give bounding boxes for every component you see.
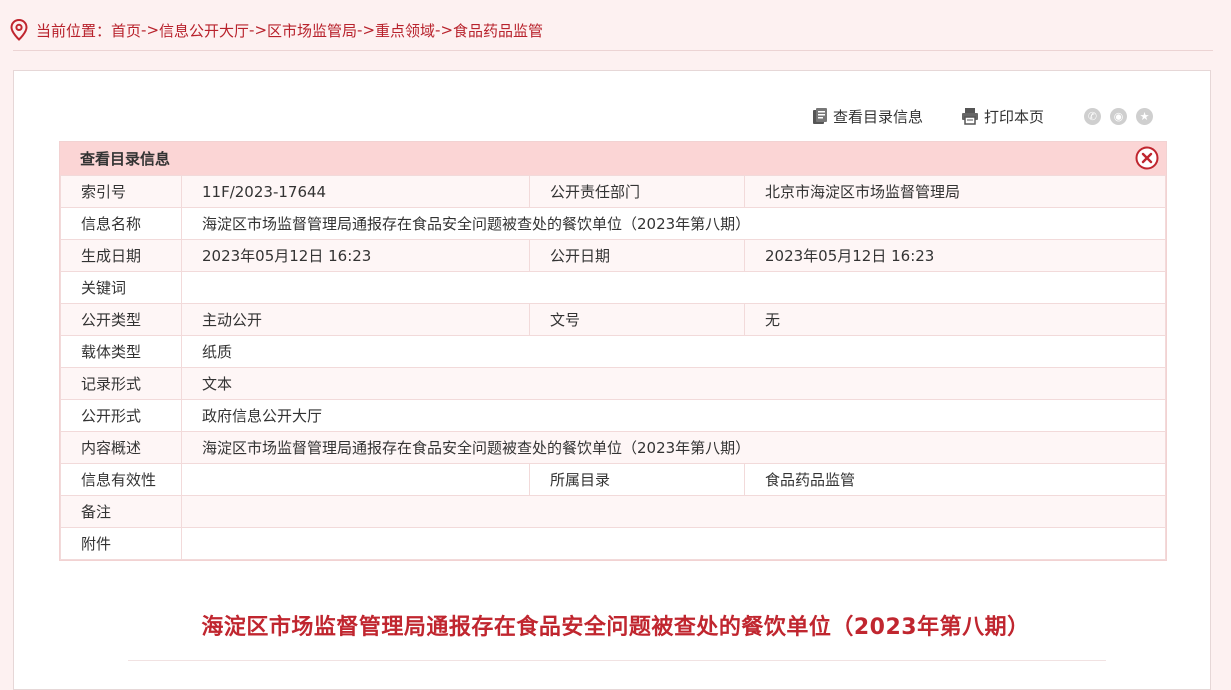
row-value-2: 无 bbox=[744, 303, 1166, 336]
row-value bbox=[181, 271, 1166, 304]
row-value: 文本 bbox=[181, 367, 1166, 400]
table-row: 记录形式 文本 bbox=[60, 367, 1166, 400]
article-title: 海淀区市场监督管理局通报存在食品安全问题被查处的餐饮单位（2023年第八期） bbox=[201, 615, 1030, 640]
document-icon bbox=[813, 108, 827, 124]
breadcrumb-item-food-drug[interactable]: 食品药品监管 bbox=[453, 20, 543, 41]
row-value: 政府信息公开大厅 bbox=[181, 399, 1166, 432]
row-value bbox=[181, 527, 1166, 560]
table-row: 载体类型 纸质 bbox=[60, 335, 1166, 368]
table-row: 关键词 bbox=[60, 271, 1166, 304]
row-label: 载体类型 bbox=[60, 335, 182, 368]
catalog-info-header: 查看目录信息 bbox=[60, 142, 1166, 175]
table-row: 公开类型 主动公开 文号 无 bbox=[60, 303, 1166, 336]
table-row: 内容概述 海淀区市场监督管理局通报存在食品安全问题被查处的餐饮单位（2023年第… bbox=[60, 431, 1166, 464]
breadcrumb-item-key-areas[interactable]: 重点领域 bbox=[375, 20, 435, 41]
row-label: 内容概述 bbox=[60, 431, 182, 464]
breadcrumb-separator: -> bbox=[357, 21, 376, 39]
table-row: 信息有效性 所属目录 食品药品监管 bbox=[60, 463, 1166, 496]
row-label: 信息名称 bbox=[60, 207, 182, 240]
row-label: 信息有效性 bbox=[60, 463, 182, 496]
favorite-icon[interactable]: ★ bbox=[1136, 107, 1154, 125]
table-row: 信息名称 海淀区市场监督管理局通报存在食品安全问题被查处的餐饮单位（2023年第… bbox=[60, 207, 1166, 240]
breadcrumb-item-home[interactable]: 首页 bbox=[111, 20, 141, 41]
breadcrumb: 当前位置： 首页 -> 信息公开大厅 -> 区市场监管局 -> 重点领域 -> … bbox=[10, 18, 543, 42]
table-row: 附件 bbox=[60, 527, 1166, 560]
catalog-info-title: 查看目录信息 bbox=[80, 150, 171, 168]
row-label: 公开类型 bbox=[60, 303, 182, 336]
row-value: 2023年05月12日 16:23 bbox=[181, 239, 530, 272]
row-value-2: 北京市海淀区市场监督管理局 bbox=[744, 175, 1166, 208]
printer-icon bbox=[962, 108, 979, 125]
breadcrumb-separator: -> bbox=[249, 21, 268, 39]
row-label: 公开形式 bbox=[60, 399, 182, 432]
row-value-2: 食品药品监管 bbox=[744, 463, 1166, 496]
row-value: 纸质 bbox=[181, 335, 1166, 368]
table-row: 公开形式 政府信息公开大厅 bbox=[60, 399, 1166, 432]
row-label: 附件 bbox=[60, 527, 182, 560]
row-label-2: 公开责任部门 bbox=[529, 175, 745, 208]
row-label: 关键词 bbox=[60, 271, 182, 304]
row-value: 11F/2023-17644 bbox=[181, 175, 530, 208]
breadcrumb-item-info-hall[interactable]: 信息公开大厅 bbox=[159, 20, 249, 41]
row-value-2: 2023年05月12日 16:23 bbox=[744, 239, 1166, 272]
row-label-2: 文号 bbox=[529, 303, 745, 336]
breadcrumb-separator: -> bbox=[435, 21, 454, 39]
toolbar: 查看目录信息 打印本页 ✆ ◉ ★ bbox=[812, 104, 1154, 128]
row-label: 记录形式 bbox=[60, 367, 182, 400]
print-label: 打印本页 bbox=[984, 107, 1045, 126]
weibo-icon[interactable]: ◉ bbox=[1110, 107, 1128, 125]
breadcrumb-item-market-bureau[interactable]: 区市场监管局 bbox=[267, 20, 357, 41]
row-value bbox=[181, 463, 530, 496]
row-label: 备注 bbox=[60, 495, 182, 528]
table-row: 备注 bbox=[60, 495, 1166, 528]
row-value: 海淀区市场监督管理局通报存在食品安全问题被查处的餐饮单位（2023年第八期） bbox=[181, 207, 1166, 240]
view-catalog-button[interactable]: 查看目录信息 bbox=[812, 106, 923, 127]
print-button[interactable]: 打印本页 bbox=[961, 106, 1044, 127]
title-divider bbox=[128, 660, 1106, 661]
row-label-2: 公开日期 bbox=[529, 239, 745, 272]
table-row: 索引号 11F/2023-17644 公开责任部门 北京市海淀区市场监督管理局 bbox=[60, 175, 1166, 208]
table-row: 生成日期 2023年05月12日 16:23 公开日期 2023年05月12日 … bbox=[60, 239, 1166, 272]
row-label: 生成日期 bbox=[60, 239, 182, 272]
row-value: 主动公开 bbox=[181, 303, 530, 336]
share-icons: ✆ ◉ ★ bbox=[1084, 107, 1154, 125]
catalog-info-table: 索引号 11F/2023-17644 公开责任部门 北京市海淀区市场监督管理局 … bbox=[60, 175, 1166, 560]
catalog-info-panel: 查看目录信息 索引号 11F/2023-17644 公开责任部门 北京市海淀区市… bbox=[59, 141, 1167, 561]
close-icon[interactable] bbox=[1135, 146, 1159, 170]
row-label: 索引号 bbox=[60, 175, 182, 208]
row-value: 海淀区市场监督管理局通报存在食品安全问题被查处的餐饮单位（2023年第八期） bbox=[181, 431, 1166, 464]
wechat-icon[interactable]: ✆ bbox=[1084, 107, 1102, 125]
location-pin-icon bbox=[10, 19, 28, 41]
row-value bbox=[181, 495, 1166, 528]
breadcrumb-prefix: 当前位置： bbox=[36, 21, 112, 40]
view-catalog-label: 查看目录信息 bbox=[833, 107, 924, 126]
breadcrumb-divider bbox=[13, 50, 1213, 51]
breadcrumb-separator: -> bbox=[141, 21, 160, 39]
row-label-2: 所属目录 bbox=[529, 463, 745, 496]
